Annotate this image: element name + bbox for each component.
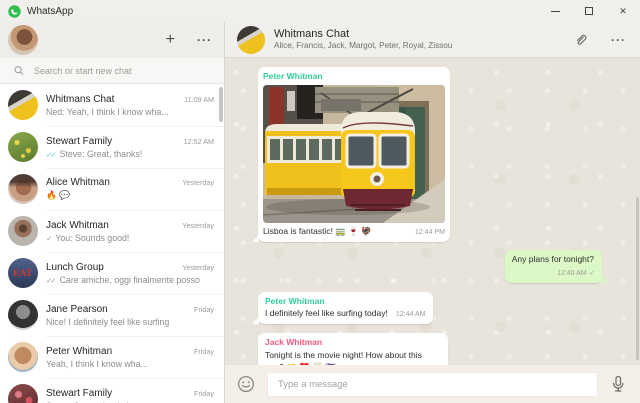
chat-list-item-jack-whitman[interactable]: Jack Whitman Yesterday ✓ You: Sounds goo… — [0, 210, 224, 252]
maximize-button[interactable] — [572, 0, 606, 22]
chat-list-item-whitmans-chat[interactable]: Whitmans Chat 11:09 AM Ned: Yeah, I thin… — [0, 84, 224, 126]
search-input[interactable] — [33, 65, 214, 76]
chat-avatar — [8, 384, 38, 403]
chat-avatar — [8, 174, 38, 204]
chat-name: Stewart Family — [46, 387, 113, 399]
sent-tick-icon: ✓ — [589, 269, 595, 277]
message-incoming[interactable]: Jack Whitman Tonight is the movie night!… — [258, 333, 448, 365]
search-icon — [14, 66, 24, 75]
chat-panel: Whitmans Chat Alice, Francis, Jack, Marg… — [225, 22, 640, 403]
sent-tick-icon: ✓ — [46, 233, 52, 243]
chat-title: Whitmans Chat — [274, 27, 350, 40]
menu-icon[interactable]: ··· — [197, 34, 212, 46]
chat-header[interactable]: Whitmans Chat Alice, Francis, Jack, Marg… — [225, 22, 640, 58]
message-time: 12:44 PM — [415, 228, 445, 236]
message-input[interactable] — [267, 371, 598, 397]
read-ticks-icon: ✓✓ — [46, 149, 57, 159]
delivered-ticks-icon: ✓✓ — [46, 275, 57, 285]
chat-preview: Care amiche, oggi finalmente posso — [59, 274, 200, 285]
chat-time: 11:09 AM — [184, 94, 214, 104]
chat-list-item-stewart-family-2[interactable]: Stewart Family Friday Steve: Great, than… — [0, 378, 224, 403]
chat-preview: Steve: Great, thanks! — [59, 148, 143, 159]
chat-name: Jane Pearson — [46, 303, 108, 315]
chat-list-item-alice-whitman[interactable]: Alice Whitman Yesterday 🔥 💬 — [0, 168, 224, 210]
voice-message-button[interactable] — [610, 375, 626, 393]
message-text: Tonight is the movie night! How about th… — [265, 350, 422, 365]
chat-name: Peter Whitman — [46, 345, 113, 357]
chat-preview: Nice! I definitely feel like surfing — [46, 316, 170, 327]
titlebar: WhatsApp ✕ — [0, 0, 640, 22]
chat-list-item-stewart-family[interactable]: Stewart Family 12:52 AM ✓✓ Steve: Great,… — [0, 126, 224, 168]
minimize-icon — [550, 10, 560, 12]
message-author[interactable]: Peter Whitman — [263, 71, 445, 83]
whatsapp-window: WhatsApp ✕ + ··· Search or start new cha… — [0, 0, 640, 403]
chat-avatar: EAT — [8, 258, 38, 288]
chat-members: Alice, Francis, Jack, Margot, Peter, Roy… — [274, 41, 453, 51]
message-author[interactable]: Peter Whitman — [265, 296, 425, 308]
chat-preview: 🔥 💬 — [46, 190, 71, 200]
chat-time: Yesterday — [182, 220, 214, 230]
microphone-icon — [612, 375, 624, 392]
message-time: 12:40 AM — [557, 269, 587, 277]
message-incoming[interactable]: Peter Whitman I definitely feel like sur… — [251, 291, 434, 325]
chat-avatar — [8, 90, 38, 120]
chat-menu-icon[interactable]: ··· — [611, 34, 626, 46]
chat-list-item-peter-whitman[interactable]: Peter Whitman Friday Yeah, I think I kno… — [0, 336, 224, 378]
chat-time: Friday — [194, 346, 214, 356]
message-author[interactable]: Jack Whitman — [265, 337, 440, 349]
chat-preview: Ned: Yeah, I think I know wha... — [46, 106, 169, 117]
chat-time: Yesterday — [182, 178, 214, 187]
chat-name: Jack Whitman — [46, 219, 109, 231]
close-button[interactable]: ✕ — [606, 0, 640, 22]
tram-photo-image[interactable] — [263, 84, 445, 223]
chat-preview: You: Sounds good! — [55, 232, 130, 243]
whatsapp-logo-icon — [8, 4, 21, 18]
chat-time: Friday — [194, 304, 214, 314]
chat-list-item-lunch-group[interactable]: EAT Lunch Group Yesterday ✓✓ Care amiche… — [0, 252, 224, 294]
attach-icon[interactable] — [574, 32, 589, 47]
chat-list-item-jane-pearson[interactable]: Jane Pearson Friday Nice! I definitely f… — [0, 294, 224, 336]
message-text: Any plans for tonight? — [511, 253, 594, 264]
chat-name: Lunch Group — [46, 261, 104, 273]
chat-preview: Yeah, I think I know wha... — [46, 358, 148, 369]
minimize-button[interactable] — [538, 0, 572, 22]
chat-avatar — [8, 342, 38, 372]
message-input-bar — [225, 365, 640, 403]
chat-time: 12:52 AM — [183, 136, 214, 146]
message-time: 12:44 AM — [395, 311, 426, 319]
chat-name: Alice Whitman — [46, 177, 110, 188]
search-bar[interactable] — [0, 58, 224, 84]
emoji-icon — [237, 375, 255, 393]
close-icon: ✕ — [619, 5, 627, 16]
message-outgoing[interactable]: Any plans for tonight? 12:40 AM ✓ — [504, 249, 609, 283]
chat-avatar — [8, 300, 38, 330]
message-incoming-image[interactable]: Peter Whitman Lisboa is fantastic! 🚃 🍷 🦃… — [252, 67, 450, 242]
sidebar-scrollbar[interactable] — [219, 87, 223, 122]
group-avatar — [237, 25, 265, 54]
chat-avatar — [8, 216, 38, 246]
sidebar: + ··· Whitmans Chat 11:09 AM — [0, 22, 225, 403]
message-text: I definitely feel like surfing today! — [265, 308, 388, 319]
message-area: Peter Whitman Lisboa is fantastic! 🚃 🍷 🦃… — [225, 58, 640, 365]
chat-scrollbar[interactable] — [636, 197, 639, 360]
my-profile-avatar[interactable] — [8, 25, 38, 55]
chat-name: Stewart Family — [46, 135, 113, 147]
emoji-button[interactable] — [237, 375, 255, 393]
chat-time: Friday — [194, 388, 214, 398]
chat-name: Whitmans Chat — [46, 93, 115, 105]
chat-list: Whitmans Chat 11:09 AM Ned: Yeah, I thin… — [0, 84, 224, 403]
image-caption: Lisboa is fantastic! 🚃 🍷 🦃 — [263, 225, 372, 236]
chat-time: Yesterday — [182, 262, 214, 272]
new-chat-icon[interactable]: + — [166, 32, 175, 48]
sidebar-header: + ··· — [0, 22, 224, 58]
chat-avatar — [8, 132, 38, 162]
app-title: WhatsApp — [27, 5, 74, 17]
maximize-icon — [585, 7, 593, 15]
